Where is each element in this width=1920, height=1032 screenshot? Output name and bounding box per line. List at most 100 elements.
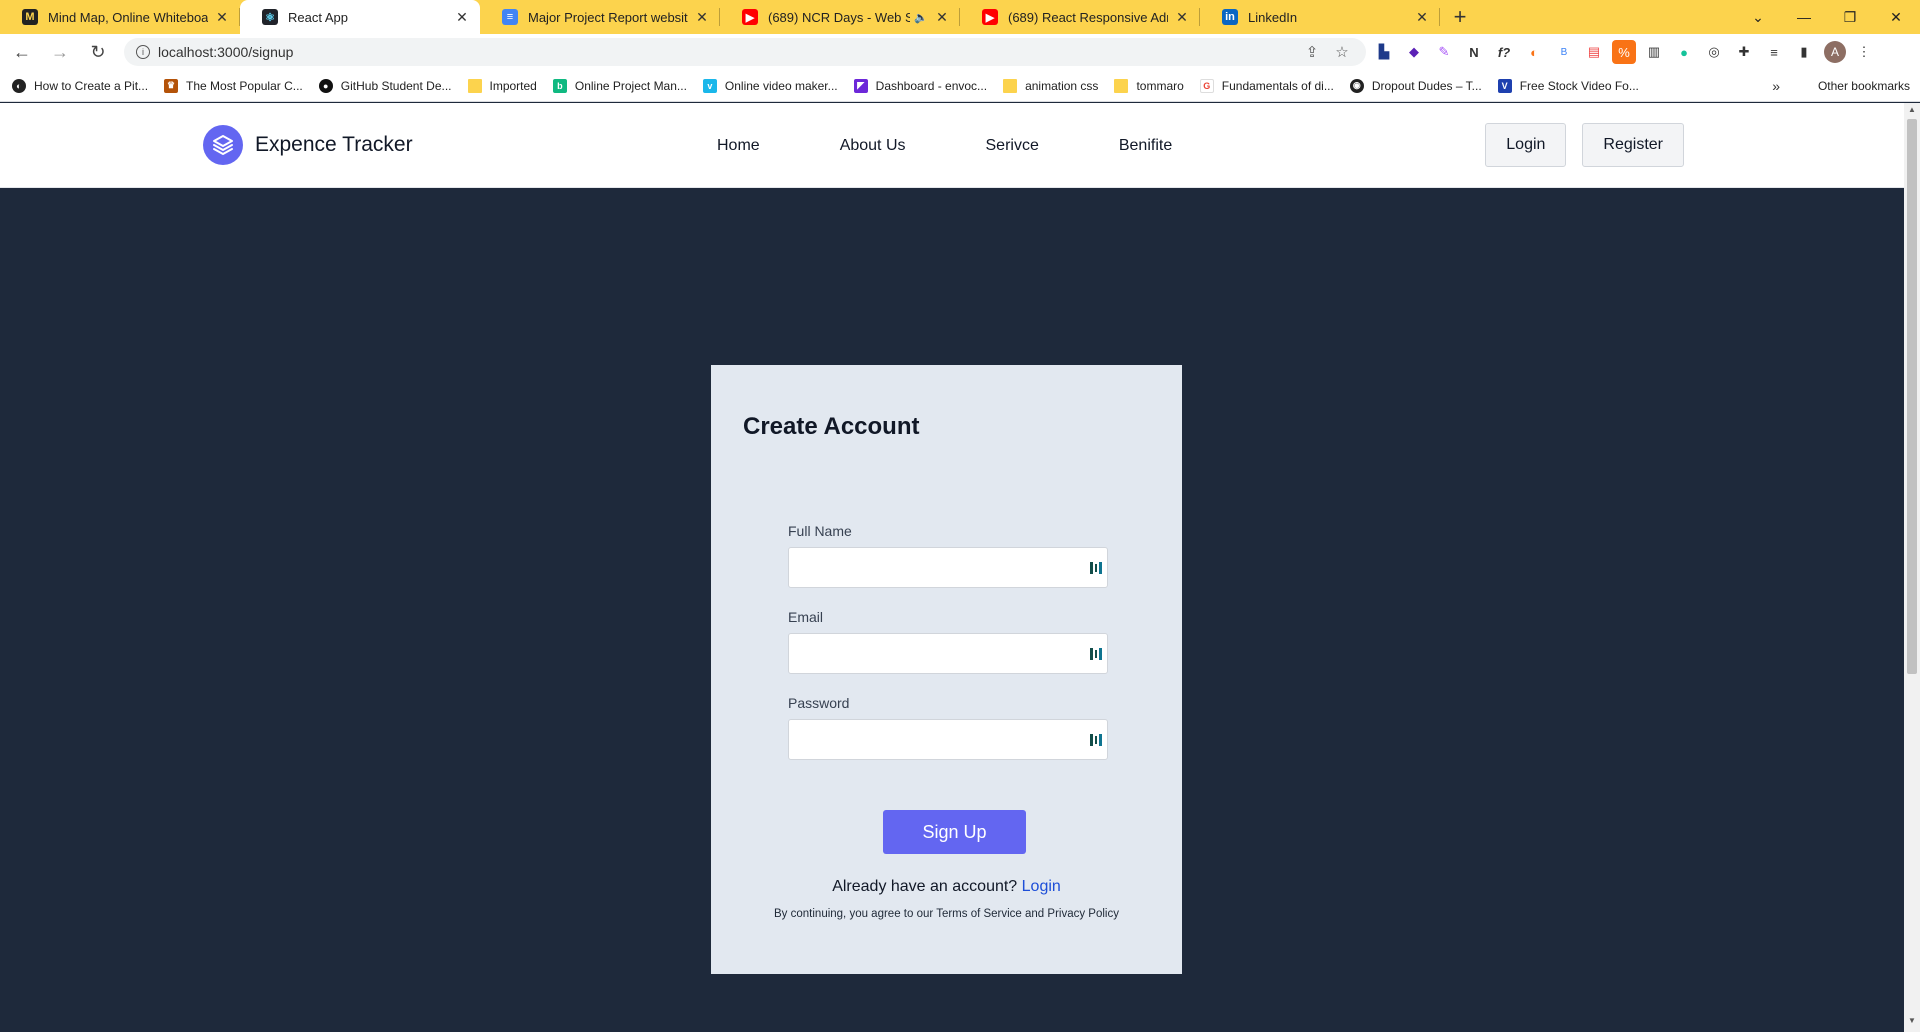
close-tab-icon[interactable]: ✕ [214, 9, 230, 26]
bookmark-folder[interactable]: tommaro [1114, 78, 1184, 93]
video-icon: V [1497, 78, 1512, 93]
bookmark-item[interactable]: ♛ The Most Popular C... [164, 78, 303, 93]
bookmark-item[interactable]: b Online Project Man... [552, 78, 687, 93]
password-input[interactable] [789, 720, 1107, 759]
miro-icon: M [22, 9, 38, 25]
extension-icon[interactable]: ✎ [1432, 40, 1456, 64]
bookmark-folder[interactable]: Imported [467, 78, 537, 93]
tab-search-icon[interactable]: ⌄ [1735, 0, 1781, 34]
close-tab-icon[interactable]: ✕ [1414, 9, 1430, 26]
menu-kebab-icon[interactable]: ⋮ [1852, 40, 1876, 64]
reload-icon[interactable]: ↻ [82, 36, 114, 68]
tab-title: LinkedIn [1248, 9, 1298, 25]
extension-icon[interactable]: ▤ [1582, 40, 1606, 64]
already-have-account: Already have an account? Login [711, 878, 1182, 896]
extension-icon[interactable]: B [1552, 40, 1576, 64]
autofill-key-icon[interactable] [1090, 561, 1102, 575]
side-panel-icon[interactable]: ▮ [1792, 40, 1816, 64]
close-tab-icon[interactable]: ✕ [934, 9, 950, 26]
full-name-label: Full Name [788, 523, 852, 539]
extension-icon[interactable]: ▥ [1642, 40, 1666, 64]
youtube-icon: ▶ [742, 9, 758, 25]
bookmark-item[interactable]: ◉ Dropout Dudes – T... [1349, 78, 1482, 93]
tab-title: React App [288, 9, 348, 25]
extension-icon[interactable]: ◆ [1402, 40, 1426, 64]
browser-tab[interactable]: ≡ Major Project Report website.doc ✕ [480, 0, 720, 34]
scroll-up-icon[interactable]: ▲ [1904, 105, 1920, 119]
close-window-button[interactable]: ✕ [1873, 0, 1919, 34]
full-name-input[interactable] [789, 548, 1107, 587]
back-arrow-icon[interactable]: ← [6, 36, 38, 68]
github-icon: ● [318, 78, 333, 93]
bookmark-item[interactable]: ◐ How to Create a Pit... [12, 78, 148, 93]
scroll-down-icon[interactable]: ▼ [1904, 1016, 1920, 1030]
bookmark-folder[interactable]: animation css [1003, 78, 1098, 93]
page-viewport: Expence Tracker Home About Us Serivce Be… [0, 103, 1904, 1032]
browser-tab[interactable]: in LinkedIn ✕ [1200, 0, 1440, 34]
new-tab-button[interactable]: + [1440, 0, 1480, 34]
email-field: Email [788, 609, 1108, 674]
bookmark-item[interactable]: ◤ Dashboard - envoc... [853, 78, 987, 93]
profile-avatar[interactable]: A [1824, 41, 1846, 63]
more-bookmarks-chevron-icon[interactable]: » [1772, 78, 1780, 94]
extension-icon[interactable]: ◐ [1522, 40, 1546, 64]
bookmark-item[interactable]: G Fundamentals of di... [1199, 78, 1334, 93]
nav-home[interactable]: Home [717, 137, 760, 155]
full-name-field: Full Name [788, 523, 1108, 588]
site-info-icon[interactable]: i [136, 45, 150, 59]
share-icon[interactable]: ⇪ [1300, 43, 1324, 61]
autofill-key-icon[interactable] [1090, 733, 1102, 747]
media-control-icon[interactable]: ≡ [1762, 40, 1786, 64]
layers-logo-icon [203, 125, 243, 165]
folder-icon [1114, 78, 1129, 93]
extension-icon[interactable]: ◎ [1702, 40, 1726, 64]
trophy-icon: ♛ [164, 78, 179, 93]
extension-icon[interactable]: f? [1492, 40, 1516, 64]
address-bar[interactable]: i localhost:3000/signup ⇪ ☆ [124, 38, 1366, 66]
nav-benefits[interactable]: Benifite [1119, 137, 1172, 155]
bookmark-item[interactable]: ● GitHub Student De... [318, 78, 452, 93]
register-button[interactable]: Register [1582, 123, 1684, 167]
scrollbar-thumb[interactable] [1907, 119, 1917, 674]
sign-up-button[interactable]: Sign Up [883, 810, 1026, 854]
site-header: Expence Tracker Home About Us Serivce Be… [0, 103, 1904, 188]
bookmark-star-icon[interactable]: ☆ [1330, 43, 1354, 61]
browser-tab-bar: M Mind Map, Online Whiteboard fo ✕ ⚛ Rea… [0, 0, 1920, 34]
tab-title: Major Project Report website.doc [528, 9, 688, 25]
browser-toolbar: ← → ↻ i localhost:3000/signup ⇪ ☆ ▙ ◆ ✎ … [0, 34, 1920, 70]
bookmark-item[interactable]: v Online video maker... [702, 78, 838, 93]
youtube-icon: ▶ [982, 9, 998, 25]
close-tab-icon[interactable]: ✕ [454, 9, 470, 26]
extension-icon[interactable]: % [1612, 40, 1636, 64]
page-scrollbar[interactable]: ▲ ▼ [1904, 103, 1920, 1032]
brand-name: Expence Tracker [255, 133, 413, 156]
dropout-icon: ◉ [1349, 78, 1364, 93]
mute-icon[interactable]: 🔈 [914, 11, 928, 24]
other-bookmarks[interactable]: Other bookmarks [1796, 79, 1910, 93]
browser-tab[interactable]: ▶ (689) React Responsive Admin Pa ✕ [960, 0, 1200, 34]
bookmark-item[interactable]: V Free Stock Video Fo... [1497, 78, 1639, 93]
restore-button[interactable]: ❐ [1827, 0, 1873, 34]
email-input[interactable] [789, 634, 1107, 673]
url-text[interactable]: localhost:3000/signup [158, 44, 1294, 60]
browser-tab-active[interactable]: ⚛ React App ✕ [240, 0, 480, 34]
full-name-input-wrapper [788, 547, 1108, 588]
close-tab-icon[interactable]: ✕ [1174, 9, 1190, 26]
browser-tab[interactable]: ▶ (689) NCR Days - Web Series 🔈 ✕ [720, 0, 960, 34]
tab-title: Mind Map, Online Whiteboard fo [48, 9, 208, 25]
login-button[interactable]: Login [1485, 123, 1567, 167]
grammarly-icon[interactable]: ● [1672, 40, 1696, 64]
close-tab-icon[interactable]: ✕ [694, 9, 710, 26]
nav-about-us[interactable]: About Us [840, 137, 906, 155]
browser-tab[interactable]: M Mind Map, Online Whiteboard fo ✕ [0, 0, 240, 34]
minimize-button[interactable]: — [1781, 0, 1827, 34]
docs-icon: ≡ [502, 9, 518, 25]
brand[interactable]: Expence Tracker [203, 125, 413, 165]
extensions-puzzle-icon[interactable]: ✚ [1732, 40, 1756, 64]
nav-service[interactable]: Serivce [986, 137, 1039, 155]
extension-icon[interactable]: N [1462, 40, 1486, 64]
autofill-key-icon[interactable] [1090, 647, 1102, 661]
extension-icon[interactable]: ▙ [1372, 40, 1396, 64]
login-link[interactable]: Login [1022, 878, 1061, 895]
forward-arrow-icon[interactable]: → [44, 36, 76, 68]
